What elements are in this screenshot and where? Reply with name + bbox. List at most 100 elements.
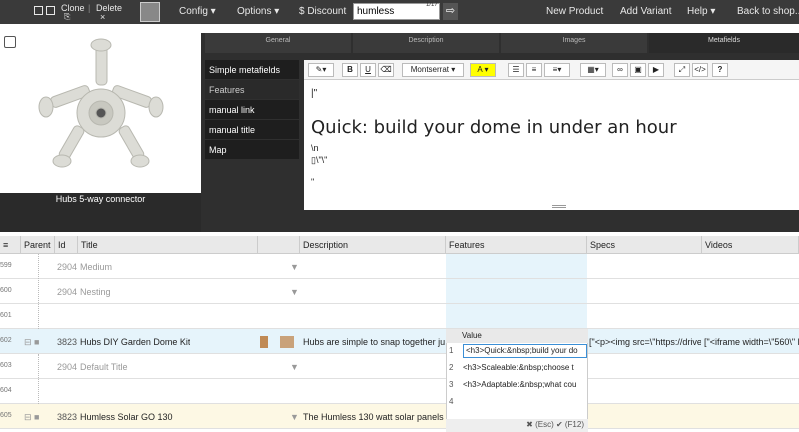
specs-cell[interactable]: ["<p><img src=\"https://drive. xyxy=(589,337,701,347)
row-number: 605 xyxy=(0,412,12,419)
highlight-button[interactable]: A ▾ xyxy=(470,63,496,77)
numbered-list-icon[interactable]: ≡ xyxy=(526,63,542,77)
videos-cell[interactable]: ["<iframe width=\"560\" h xyxy=(704,337,799,347)
title-cell[interactable]: Hubs DIY Garden Dome Kit xyxy=(80,337,190,347)
header-description[interactable]: Description xyxy=(300,236,446,254)
expand-icon[interactable]: ⊟ ■ xyxy=(24,412,39,423)
grid-menu-icon[interactable]: ≡ xyxy=(0,236,21,254)
link-icon[interactable]: ∞ xyxy=(612,63,628,77)
discount-button[interactable]: $ Discount xyxy=(299,6,346,17)
editor-line-1: |" xyxy=(311,88,318,99)
table-row[interactable]: 604 xyxy=(0,379,799,404)
dropdown-icon[interactable]: ▼ xyxy=(290,362,299,372)
nav-simple-metafields[interactable]: Simple metafields xyxy=(205,60,299,79)
item-value[interactable]: <h3>Adaptable:&nbsp;what cou xyxy=(463,380,587,389)
list-item[interactable]: 4 xyxy=(446,394,588,411)
nav-manual-title[interactable]: manual title xyxy=(205,120,299,139)
table-row[interactable]: 599 2904 Medium ▼ xyxy=(0,254,799,279)
table-icon[interactable]: ▦▾ xyxy=(580,63,606,77)
dropdown-icon[interactable]: ▼ xyxy=(290,287,299,297)
eraser-icon[interactable]: ⌫ xyxy=(378,63,394,77)
nav-manual-link[interactable]: manual link xyxy=(205,100,299,119)
help-menu[interactable]: Help ▾ xyxy=(687,6,715,17)
title-cell[interactable]: Nesting xyxy=(80,287,111,297)
magic-wand-icon[interactable]: ✎▾ xyxy=(308,63,334,77)
title-cell[interactable]: Humless Solar GO 130 xyxy=(80,412,173,422)
search-go-button[interactable]: ⇨ xyxy=(443,3,458,20)
app-logo-icon[interactable] xyxy=(140,2,160,22)
item-number: 3 xyxy=(449,380,454,389)
help-icon[interactable]: ? xyxy=(712,63,728,77)
resize-handle[interactable] xyxy=(552,205,566,208)
config-menu[interactable]: Config ▾ xyxy=(179,6,216,17)
item-number: 1 xyxy=(449,346,454,355)
new-product-button[interactable]: New Product xyxy=(546,6,603,17)
id-cell[interactable]: 3823 xyxy=(57,412,77,422)
thumbnail-icon xyxy=(280,336,294,348)
add-icon[interactable] xyxy=(46,6,55,15)
font-select[interactable]: Montserrat ▾ xyxy=(402,63,464,77)
table-row[interactable]: 600 2904 Nesting ▼ xyxy=(0,279,799,304)
popup-actions[interactable]: ✖ (Esc) ✔ (F12) xyxy=(446,419,588,432)
dropdown-icon[interactable]: ▼ xyxy=(290,262,299,272)
id-cell[interactable]: 2904 xyxy=(57,362,77,372)
table-row[interactable]: 605 ⊟ ■ 3823 Humless Solar GO 130 ▼ The … xyxy=(0,404,799,429)
item-value-input[interactable]: <h3>Quick:&nbsp;build your do xyxy=(463,344,587,358)
table-row[interactable]: 602 ⊟ ■ 3823 Hubs DIY Garden Dome Kit Hu… xyxy=(0,329,799,354)
list-item[interactable]: 3 <h3>Adaptable:&nbsp;what cou xyxy=(446,377,588,394)
item-value[interactable]: <h3>Scaleable:&nbsp;choose t xyxy=(463,363,587,372)
nav-features[interactable]: Features xyxy=(205,80,299,99)
panel-toggle-icon[interactable] xyxy=(4,36,16,48)
table-row[interactable]: 603 2904 Default Title ▼ xyxy=(0,354,799,379)
product-image xyxy=(0,33,201,193)
options-menu[interactable]: Options ▾ xyxy=(237,6,279,17)
description-cell[interactable]: Hubs are simple to snap together just xyxy=(303,337,445,347)
dropdown-icon[interactable]: ▼ xyxy=(290,412,299,422)
underline-button[interactable]: U xyxy=(360,63,376,77)
tab-description[interactable]: Description xyxy=(353,33,499,53)
item-number: 4 xyxy=(449,397,454,406)
nav-map[interactable]: Map xyxy=(205,140,299,159)
bullet-list-icon[interactable]: ☰ xyxy=(508,63,524,77)
bold-button[interactable]: B xyxy=(342,63,358,77)
header-id[interactable]: Id xyxy=(55,236,78,254)
description-cell[interactable]: The Humless 130 watt solar panels a xyxy=(303,412,445,422)
list-item[interactable]: 2 <h3>Scaleable:&nbsp;choose t xyxy=(446,360,588,377)
tab-images[interactable]: Images xyxy=(501,33,647,53)
tab-metafields[interactable]: Metafields xyxy=(649,33,799,53)
back-to-shop-link[interactable]: Back to shop... xyxy=(737,6,799,17)
id-cell[interactable]: 2904 xyxy=(57,287,77,297)
tab-bar: General Description Images Metafields xyxy=(205,33,799,53)
expand-icon[interactable]: ⊟ ■ xyxy=(24,337,39,348)
row-number: 603 xyxy=(0,362,12,369)
header-title[interactable]: Title xyxy=(78,236,258,254)
code-view-icon[interactable]: </> xyxy=(692,63,708,77)
title-cell[interactable]: Default Title xyxy=(80,362,128,372)
delete-icon[interactable]: × xyxy=(100,12,105,22)
select-icon[interactable] xyxy=(34,6,43,15)
header-image[interactable] xyxy=(258,236,300,254)
editor-line-3: \n xyxy=(311,143,319,153)
header-features[interactable]: Features xyxy=(446,236,587,254)
fullscreen-icon[interactable]: ⤢ xyxy=(674,63,690,77)
editor-line-5: " xyxy=(311,177,315,187)
row-number: 599 xyxy=(0,262,12,269)
tab-general[interactable]: General xyxy=(205,33,351,53)
title-cell[interactable]: Medium xyxy=(80,262,112,272)
id-cell[interactable]: 3823 xyxy=(57,337,77,347)
video-icon[interactable]: ▶ xyxy=(648,63,664,77)
header-parent[interactable]: Parent xyxy=(21,236,55,254)
editor-broken-image: ▯\"\" xyxy=(311,155,328,165)
tree-line xyxy=(38,354,39,404)
id-cell[interactable]: 2904 xyxy=(57,262,77,272)
image-icon[interactable]: ▣ xyxy=(630,63,646,77)
table-row[interactable]: 601 xyxy=(0,304,799,329)
list-item[interactable]: 1 <h3>Quick:&nbsp;build your do xyxy=(446,343,588,360)
row-number: 601 xyxy=(0,312,12,319)
header-videos[interactable]: Videos xyxy=(702,236,799,254)
add-variant-button[interactable]: Add Variant xyxy=(620,6,672,17)
row-number: 602 xyxy=(0,337,12,344)
header-specs[interactable]: Specs xyxy=(587,236,702,254)
align-icon[interactable]: ≡▾ xyxy=(544,63,570,77)
clone-icon[interactable]: ⎘ xyxy=(64,12,70,22)
